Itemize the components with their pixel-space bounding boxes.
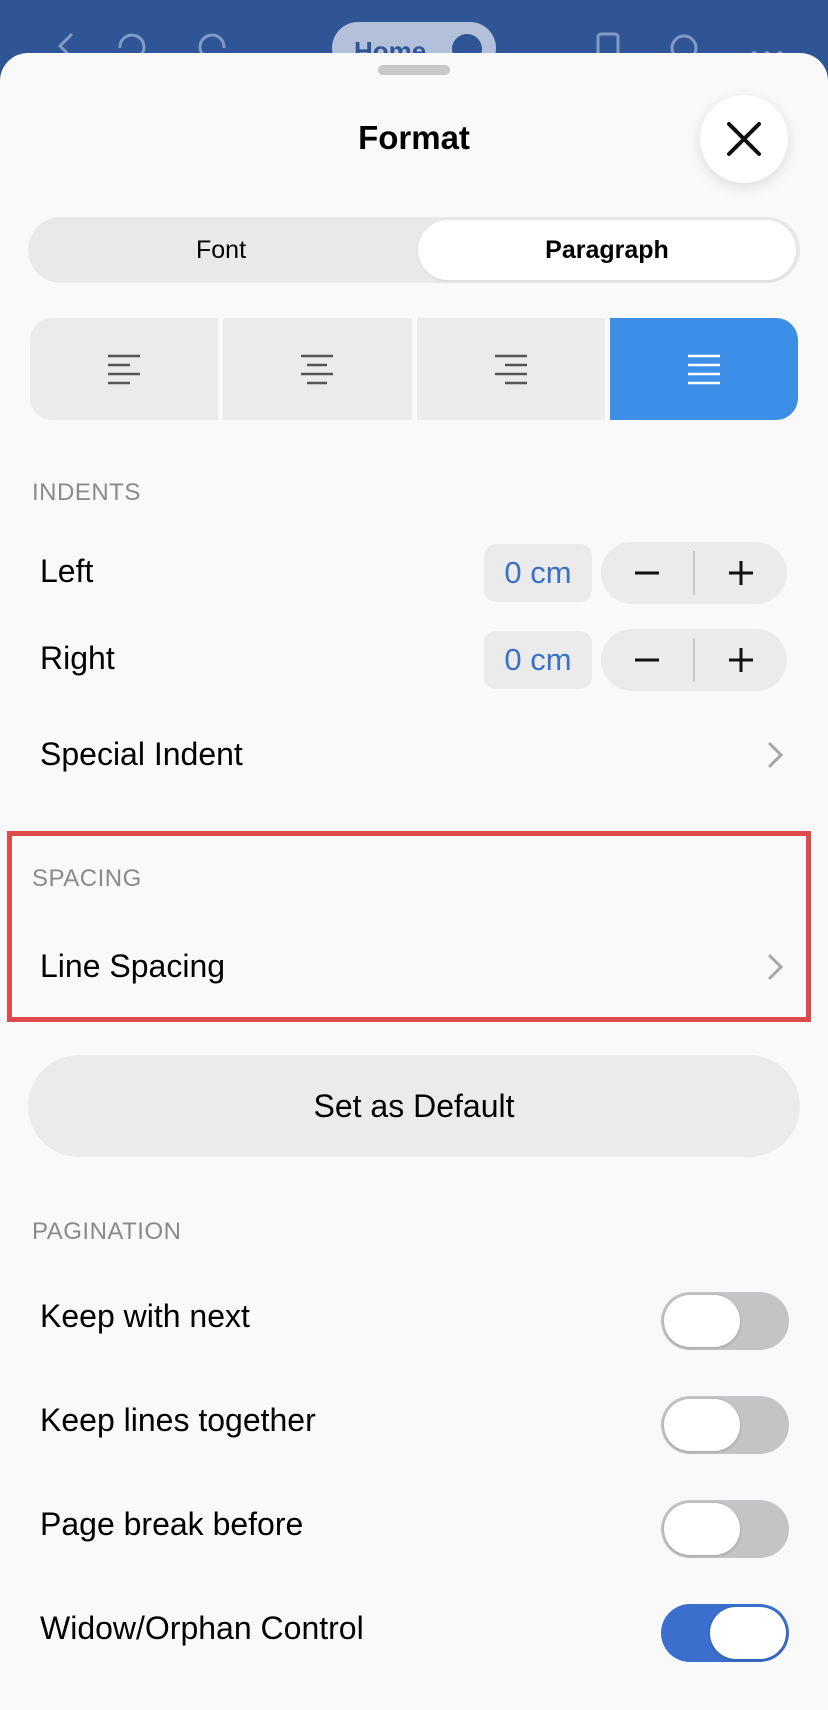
format-tabs: Font Paragraph <box>28 217 800 283</box>
alignment-control <box>30 318 798 420</box>
tab-font[interactable]: Font <box>31 220 411 280</box>
toggle-knob <box>664 1295 740 1347</box>
keep-lines-together-toggle[interactable] <box>661 1396 789 1454</box>
right-indent-decrease-button[interactable] <box>601 629 693 691</box>
justify-icon <box>687 354 720 385</box>
widow-orphan-control-label: Widow/Orphan Control <box>40 1610 364 1646</box>
format-sheet: Format Font Paragraph INDENTS Left 0 cm … <box>0 53 828 1710</box>
right-indent-stepper <box>601 629 787 691</box>
keep-with-next-label: Keep with next <box>40 1298 250 1334</box>
left-indent-value[interactable]: 0 cm <box>484 544 592 602</box>
tab-paragraph[interactable]: Paragraph <box>418 220 796 280</box>
pagination-header: PAGINATION <box>32 1218 182 1245</box>
keep-with-next-toggle[interactable] <box>661 1292 789 1350</box>
toggle-knob <box>664 1503 740 1555</box>
align-center-icon <box>301 354 334 385</box>
plus-icon <box>729 561 753 585</box>
page-break-before-toggle[interactable] <box>661 1500 789 1558</box>
justify-button[interactable] <box>609 318 798 420</box>
widow-orphan-control-toggle[interactable] <box>661 1604 789 1662</box>
plus-icon <box>729 648 753 672</box>
right-indent-value[interactable]: 0 cm <box>484 631 592 689</box>
right-indent-label: Right <box>40 640 115 676</box>
align-left-button[interactable] <box>30 318 219 420</box>
app-bar: Home <box>0 0 828 74</box>
left-indent-label: Left <box>40 553 94 589</box>
align-right-icon <box>494 354 527 385</box>
spacing-header: SPACING <box>32 865 142 892</box>
sheet-grabber[interactable] <box>378 65 450 75</box>
left-indent-decrease-button[interactable] <box>601 542 693 604</box>
indents-header: INDENTS <box>32 479 141 506</box>
chevron-right-icon[interactable] <box>766 740 786 770</box>
left-indent-increase-button[interactable] <box>695 542 787 604</box>
close-button[interactable] <box>700 95 788 183</box>
special-indent-row[interactable]: Special Indent <box>40 736 243 773</box>
line-spacing-row[interactable]: Line Spacing <box>40 948 225 985</box>
keep-lines-together-label: Keep lines together <box>40 1402 316 1438</box>
page-break-before-label: Page break before <box>40 1506 304 1542</box>
align-center-button[interactable] <box>223 318 412 420</box>
set-as-default-button[interactable]: Set as Default <box>28 1055 800 1157</box>
chevron-right-icon[interactable] <box>766 952 786 982</box>
right-indent-increase-button[interactable] <box>695 629 787 691</box>
minus-icon <box>635 658 659 662</box>
toggle-knob <box>664 1399 740 1451</box>
align-right-button[interactable] <box>416 318 605 420</box>
align-left-icon <box>108 354 141 385</box>
minus-icon <box>635 571 659 575</box>
spacing-highlight-box <box>7 831 811 1022</box>
left-indent-stepper <box>601 542 787 604</box>
close-icon <box>727 122 761 156</box>
toggle-knob <box>710 1607 786 1659</box>
